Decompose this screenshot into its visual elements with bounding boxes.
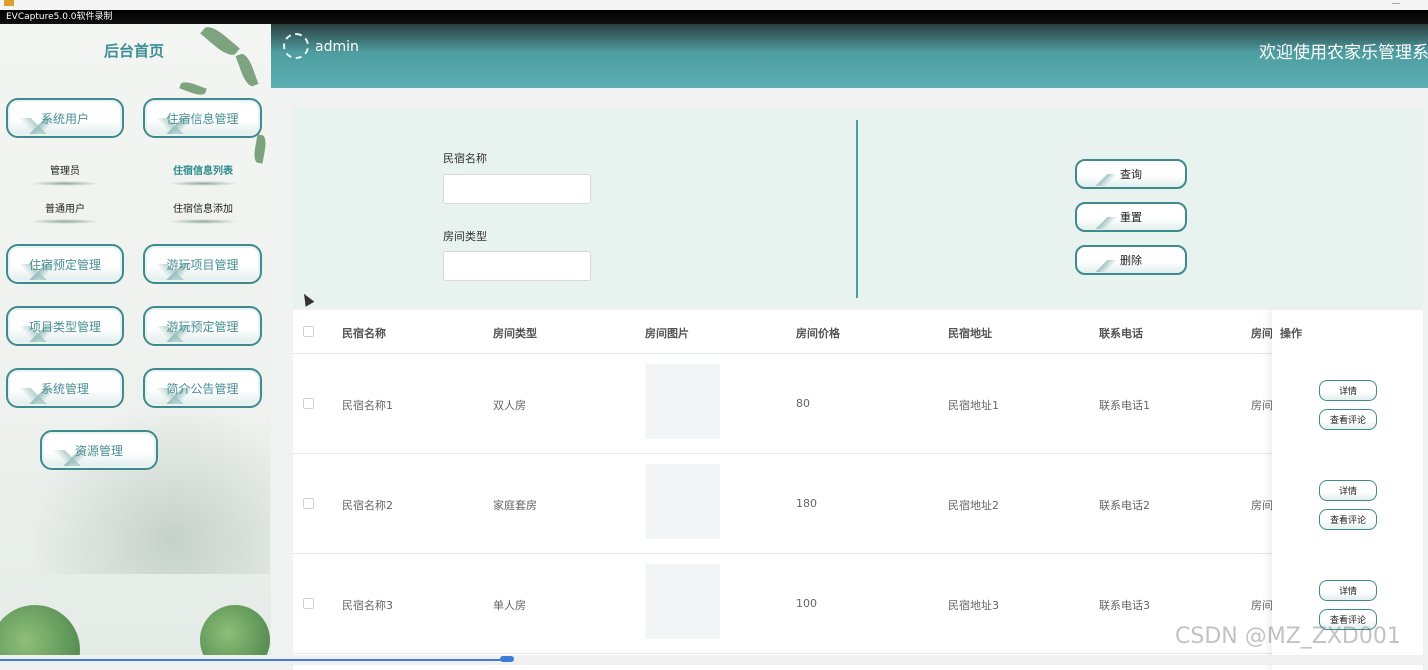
submenu-lodging-list[interactable]: 住宿信息列表: [158, 162, 248, 186]
minimize-icon[interactable]: [1392, 0, 1400, 4]
leaf-decoration: [200, 24, 240, 60]
search-panel: 民宿名称 房间类型 查询 重置 删除: [293, 108, 1423, 308]
cell-room-price: 100: [796, 597, 817, 610]
leaf-decoration: [235, 51, 259, 89]
col-homestay-name[interactable]: 民宿名称: [342, 325, 386, 341]
cell-room: 房间: [1251, 399, 1273, 412]
cell-room-type: 单人房: [493, 599, 526, 612]
table-header: 民宿名称 房间类型 房间图片 房间价格 民宿地址 联系电话 房间: [293, 310, 1423, 354]
row-checkbox[interactable]: [303, 598, 314, 609]
leaf-decoration: [252, 134, 268, 164]
view-comments-button[interactable]: 查看评论: [1319, 509, 1377, 530]
submenu-admins[interactable]: 管理员: [20, 162, 110, 186]
detail-button[interactable]: 详情: [1319, 480, 1377, 501]
cell-homestay-name: 民宿名称2: [342, 499, 393, 512]
divider: [856, 120, 858, 298]
submenu-lodging-add[interactable]: 住宿信息添加: [158, 200, 248, 224]
menu-intro-notices[interactable]: 简介公告管理: [143, 368, 262, 408]
col-room[interactable]: 房间: [1251, 325, 1273, 341]
menu-item-types[interactable]: 项目类型管理: [6, 306, 124, 346]
cell-homestay-name: 民宿名称1: [342, 399, 393, 412]
scrollbar-thumb[interactable]: [500, 656, 514, 662]
os-title-bar: [0, 0, 1428, 10]
col-room-price[interactable]: 房间价格: [796, 325, 840, 341]
view-comments-button[interactable]: 查看评论: [1319, 409, 1377, 430]
top-header: admin 欢迎使用农家乐管理系: [271, 24, 1428, 88]
menu-resources[interactable]: 资源管理: [40, 430, 158, 470]
homestay-name-input[interactable]: [443, 174, 591, 204]
lodging-table: 民宿名称 房间类型 房间图片 房间价格 民宿地址 联系电话 房间 民宿名称1 双…: [293, 310, 1423, 670]
recorder-label: EVCapture5.0.0软件录制: [6, 12, 113, 22]
menu-lodging-info[interactable]: 住宿信息管理: [143, 98, 262, 138]
cell-room-price: 180: [796, 497, 817, 510]
row-checkbox[interactable]: [303, 498, 314, 509]
submenu-regular-users[interactable]: 普通用户: [20, 200, 110, 224]
sidebar-title[interactable]: 后台首页: [104, 40, 164, 61]
cell-room: 房间: [1251, 499, 1273, 512]
avatar-icon[interactable]: [283, 33, 309, 59]
room-image[interactable]: [645, 464, 720, 539]
room-image[interactable]: [645, 564, 720, 639]
table-row: 民宿名称2 家庭套房 180 民宿地址2 联系电话2 房间: [293, 454, 1423, 554]
recorder-bar: EVCapture5.0.0软件录制: [0, 10, 1428, 24]
query-button[interactable]: 查询: [1075, 159, 1187, 189]
leaf-decoration: [179, 79, 207, 98]
col-address[interactable]: 民宿地址: [948, 325, 992, 341]
cell-address: 民宿地址2: [948, 499, 999, 512]
menu-activity-items[interactable]: 游玩项目管理: [143, 244, 262, 284]
menu-activity-booking[interactable]: 游玩预定管理: [143, 306, 262, 346]
select-all-checkbox[interactable]: [303, 326, 314, 337]
scrollbar-track: [0, 659, 510, 661]
col-room-type[interactable]: 房间类型: [493, 325, 537, 341]
delete-button[interactable]: 删除: [1075, 245, 1187, 275]
welcome-text: 欢迎使用农家乐管理系: [1259, 43, 1428, 63]
room-type-input[interactable]: [443, 251, 591, 281]
room-type-label: 房间类型: [443, 230, 487, 243]
menu-system-settings[interactable]: 系统管理: [6, 368, 124, 408]
menu-system-users[interactable]: 系统用户: [6, 98, 124, 138]
cell-room-type: 双人房: [493, 399, 526, 412]
cell-homestay-name: 民宿名称3: [342, 599, 393, 612]
cell-room-price: 80: [796, 397, 810, 410]
col-room-image[interactable]: 房间图片: [645, 325, 689, 341]
detail-button[interactable]: 详情: [1319, 380, 1377, 401]
room-image[interactable]: [645, 364, 720, 439]
cell-phone: 联系电话3: [1099, 599, 1150, 612]
menu-lodging-booking[interactable]: 住宿预定管理: [6, 244, 124, 284]
actions-column: 操作 详情 查看评论 详情 查看评论 详情 查看评论: [1272, 310, 1423, 670]
cell-phone: 联系电话1: [1099, 399, 1150, 412]
cell-room: 房间: [1251, 599, 1273, 612]
cell-address: 民宿地址1: [948, 399, 999, 412]
cell-address: 民宿地址3: [948, 599, 999, 612]
col-phone[interactable]: 联系电话: [1099, 325, 1143, 341]
detail-button[interactable]: 详情: [1319, 580, 1377, 601]
cell-phone: 联系电话2: [1099, 499, 1150, 512]
reset-button[interactable]: 重置: [1075, 202, 1187, 232]
homestay-name-label: 民宿名称: [443, 152, 487, 165]
horizontal-scrollbar[interactable]: [0, 655, 1428, 665]
app-icon: [4, 0, 14, 6]
watermark: CSDN @MZ_ZXD001: [1175, 624, 1401, 649]
col-actions: 操作: [1280, 327, 1302, 340]
username[interactable]: admin: [315, 39, 359, 55]
sidebar: 后台首页 系统用户 住宿信息管理 管理员 住宿信息列表 普通用户 住宿信息添加 …: [0, 24, 271, 665]
cell-room-type: 家庭套房: [493, 499, 537, 512]
main-content: 民宿名称 房间类型 查询 重置 删除 民宿名称 房间类型 房间图片 房间价格 民…: [271, 88, 1428, 670]
row-checkbox[interactable]: [303, 398, 314, 409]
table-row: 民宿名称1 双人房 80 民宿地址1 联系电话1 房间: [293, 354, 1423, 454]
